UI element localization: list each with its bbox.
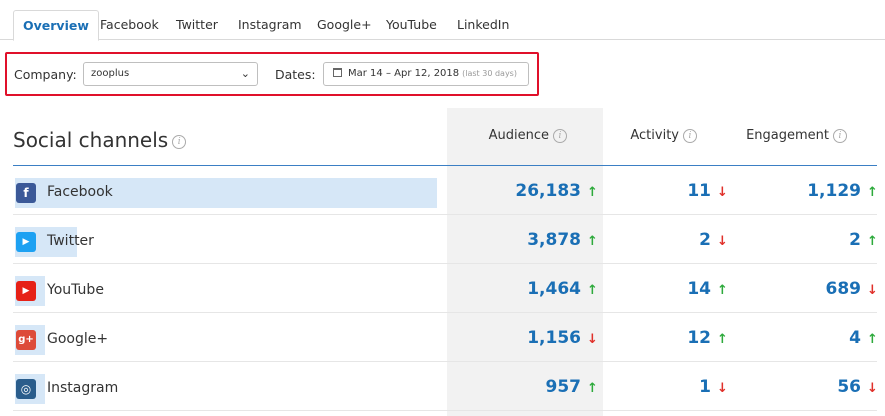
engagement-value: 56: [837, 377, 861, 397]
trend-up-icon: ↑: [587, 283, 598, 298]
column-header-audience-label: Audience: [488, 128, 549, 143]
section-title: Social channels i: [13, 128, 187, 152]
engagement-value: 1,129: [807, 181, 861, 201]
engagement-value: 4: [849, 328, 861, 348]
date-range-picker[interactable]: Mar 14 – Apr 12, 2018 (last 30 days): [323, 62, 529, 86]
channel-name: Instagram: [47, 380, 119, 396]
tab-twitter[interactable]: Twitter: [176, 10, 218, 41]
tab-instagram[interactable]: Instagram: [238, 10, 302, 41]
chevron-down-icon: ⌄: [240, 67, 250, 80]
info-icon[interactable]: i: [833, 128, 847, 143]
audience-value: 1,156: [527, 328, 581, 348]
table-row[interactable]: ◎ Instagram 957 ↑ 1 ↓ 56 ↓: [13, 363, 878, 411]
activity-value-cell: 14 ↑: [687, 279, 728, 299]
company-value: zooplus: [91, 68, 130, 79]
info-icon[interactable]: i: [172, 134, 187, 149]
column-header-audience: Audience i: [489, 128, 567, 143]
engagement-value-cell: 689 ↓: [826, 279, 878, 299]
trend-up-icon: ↑: [867, 332, 878, 347]
engagement-value-cell: 2 ↑: [849, 230, 878, 250]
channel-name: Google+: [47, 331, 109, 347]
activity-value-cell: 2 ↓: [699, 230, 728, 250]
trend-down-icon: ↓: [867, 283, 878, 298]
engagement-value: 2: [849, 230, 861, 250]
company-label: Company:: [14, 67, 77, 82]
trend-up-icon: ↑: [717, 332, 728, 347]
audience-value: 3,878: [527, 230, 581, 250]
channel-name: Twitter: [47, 233, 94, 249]
facebook-icon: f: [16, 183, 36, 203]
youtube-icon: ▶: [16, 281, 36, 301]
header-divider: [13, 165, 877, 166]
activity-value-cell: 12 ↑: [687, 328, 728, 348]
trend-down-icon: ↓: [587, 332, 598, 347]
engagement-value-cell: 1,129 ↑: [807, 181, 878, 201]
activity-value-cell: 1 ↓: [699, 377, 728, 397]
dates-label: Dates:: [275, 67, 316, 82]
audience-value: 1,464: [527, 279, 581, 299]
trend-down-icon: ↓: [717, 185, 728, 200]
trend-down-icon: ↓: [867, 381, 878, 396]
row-divider: [13, 263, 877, 264]
audience-value: 26,183: [515, 181, 581, 201]
activity-value: 1: [699, 377, 711, 397]
table-row[interactable]: ▶ Twitter 3,878 ↑ 2 ↓ 2 ↑: [13, 216, 878, 264]
trend-up-icon: ↑: [587, 381, 598, 396]
info-icon[interactable]: i: [553, 128, 567, 143]
audience-value-cell: 3,878 ↑: [527, 230, 598, 250]
column-header-engagement: Engagement i: [746, 128, 847, 143]
trend-up-icon: ↑: [867, 234, 878, 249]
row-divider: [13, 312, 877, 313]
channel-name: Facebook: [47, 184, 113, 200]
engagement-value-cell: 4 ↑: [849, 328, 878, 348]
table-row[interactable]: ▶ YouTube 1,464 ↑ 14 ↑ 689 ↓: [13, 265, 878, 313]
activity-value-cell: 11 ↓: [687, 181, 728, 201]
table-row[interactable]: f Facebook 26,183 ↑ 11 ↓ 1,129 ↑: [13, 167, 878, 215]
column-header-activity: Activity i: [630, 128, 697, 143]
tab-linkedin[interactable]: LinkedIn: [457, 10, 509, 41]
google-plus-icon: g+: [16, 330, 36, 350]
activity-value: 12: [687, 328, 711, 348]
column-header-activity-label: Activity: [630, 128, 679, 143]
channel-tabs: Overview Facebook Twitter Instagram Goog…: [0, 0, 885, 41]
engagement-value-cell: 56 ↓: [837, 377, 878, 397]
filter-bar: Company: zooplus ⌄ Dates: Mar 14 – Apr 1…: [5, 52, 539, 96]
info-icon[interactable]: i: [683, 128, 697, 143]
audience-value-cell: 1,156 ↓: [527, 328, 598, 348]
table-row[interactable]: g+ Google+ 1,156 ↓ 12 ↑ 4 ↑: [13, 314, 878, 362]
twitter-icon: ▶: [16, 232, 36, 252]
trend-down-icon: ↓: [717, 381, 728, 396]
audience-value-cell: 26,183 ↑: [515, 181, 598, 201]
trend-down-icon: ↓: [717, 234, 728, 249]
audience-value: 957: [545, 377, 582, 397]
tab-youtube[interactable]: YouTube: [386, 10, 437, 41]
activity-value: 11: [687, 181, 711, 201]
trend-up-icon: ↑: [867, 185, 878, 200]
trend-up-icon: ↑: [587, 234, 598, 249]
column-header-engagement-label: Engagement: [746, 128, 829, 143]
tab-facebook[interactable]: Facebook: [100, 10, 159, 41]
audience-value-cell: 1,464 ↑: [527, 279, 598, 299]
audience-value-cell: 957 ↑: [546, 377, 598, 397]
activity-value: 2: [699, 230, 711, 250]
row-divider: [13, 214, 877, 215]
tab-google-plus[interactable]: Google+: [317, 10, 372, 41]
trend-up-icon: ↑: [587, 185, 598, 200]
date-range-subtitle: (last 30 days): [462, 69, 517, 78]
trend-up-icon: ↑: [717, 283, 728, 298]
calendar-icon: [333, 68, 342, 77]
activity-value: 14: [687, 279, 711, 299]
channel-name: YouTube: [47, 282, 104, 298]
tab-overview[interactable]: Overview: [13, 10, 99, 41]
row-divider: [13, 410, 877, 411]
row-divider: [13, 361, 877, 362]
date-range-value: Mar 14 – Apr 12, 2018: [348, 68, 460, 79]
engagement-value: 689: [825, 279, 862, 299]
instagram-icon: ◎: [16, 379, 36, 399]
section-title-text: Social channels: [13, 128, 169, 152]
company-select[interactable]: zooplus ⌄: [83, 62, 258, 86]
